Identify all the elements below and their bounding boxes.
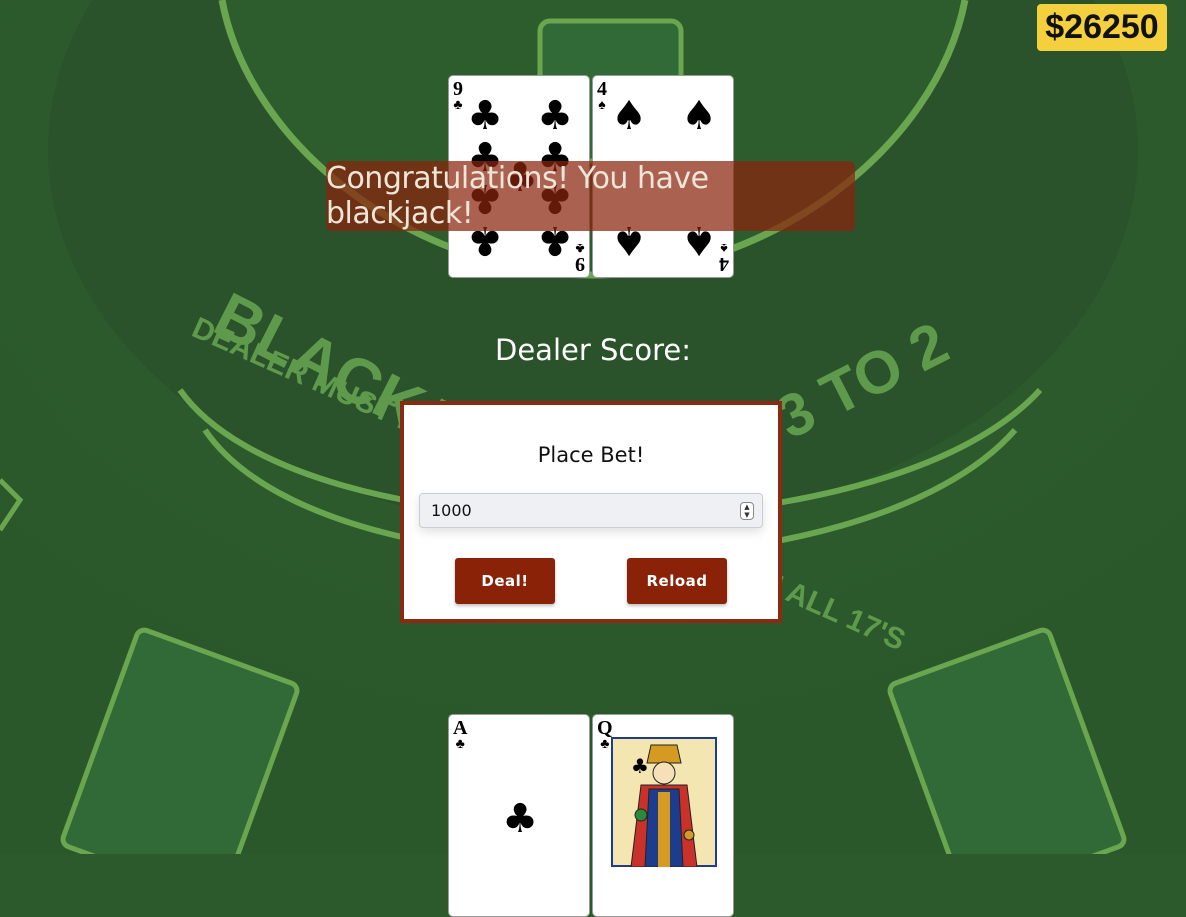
deal-button[interactable]: Deal! xyxy=(455,558,555,604)
card-rank: 9 xyxy=(575,253,585,275)
club-icon: ♣ xyxy=(453,98,463,113)
card-rank: 4 xyxy=(719,253,729,275)
club-icon: ♣ xyxy=(467,93,503,139)
dealer-score-label: Dealer Score: xyxy=(495,333,691,367)
club-icon: ♣ xyxy=(455,737,465,752)
spade-icon: ♠ xyxy=(681,93,717,139)
bet-panel: Place Bet! 1000 ▲ ▼ Deal! Reload xyxy=(400,401,782,623)
card-rank: Q xyxy=(597,717,613,739)
bank-balance: $26250 xyxy=(1037,4,1167,51)
bet-panel-title: Place Bet! xyxy=(537,443,645,467)
bet-amount-input[interactable]: 1000 ▲ ▼ xyxy=(419,493,763,528)
player-card-ace-clubs: A ♣ ♣ xyxy=(448,714,590,917)
card-rank: 9 xyxy=(453,78,463,100)
club-icon: ♣ xyxy=(575,240,585,255)
club-icon: ♣ xyxy=(502,796,538,842)
card-rank: A xyxy=(453,717,468,739)
club-icon: ♣ xyxy=(537,93,573,139)
bet-stepper-icon[interactable]: ▲ ▼ xyxy=(740,502,754,520)
spade-icon: ♠ xyxy=(720,240,728,255)
bet-amount-value: 1000 xyxy=(431,501,472,520)
reload-button[interactable]: Reload xyxy=(627,558,727,604)
svg-text:♣: ♣ xyxy=(631,754,649,778)
queen-face-art: ♣ xyxy=(611,737,717,867)
player-card-queen-clubs: Q ♣ ♣ xyxy=(592,714,734,917)
spade-icon: ♠ xyxy=(598,98,606,113)
spade-icon: ♠ xyxy=(611,93,647,139)
card-rank: 4 xyxy=(597,78,607,100)
result-banner: Congratulations! You have blackjack! xyxy=(326,161,855,231)
